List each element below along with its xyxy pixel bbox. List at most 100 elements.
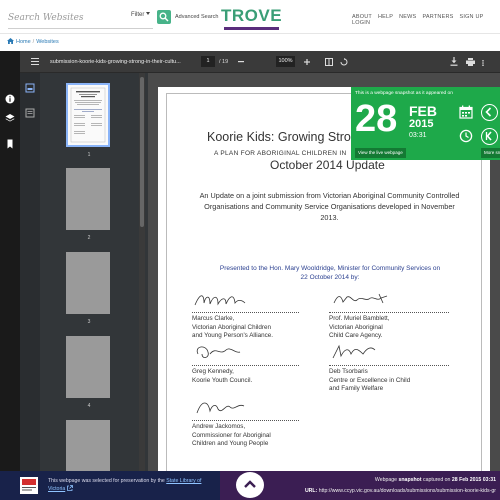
thumbnail-number: 3 (87, 319, 91, 325)
download-icon[interactable] (450, 57, 458, 66)
signatory-name: Deb Tsorbaris Centre or Excellence in Chi… (329, 368, 411, 392)
collapse-banner-button[interactable] (236, 472, 264, 498)
signatory-name: Andrew Jackomos, Commissioner for Aborigi… (192, 423, 271, 447)
page-thumbnail[interactable] (66, 83, 110, 147)
capture-bold: snapshot (398, 477, 422, 483)
filter-dropdown[interactable]: Filter (131, 12, 151, 18)
thumbnail-number: 4 (87, 403, 91, 409)
victoria-link[interactable]: Victoria (48, 486, 65, 492)
top-nav: ABOUT HELP NEWS PARTNERS SIGN UPLOGIN (352, 14, 500, 26)
document-subtitle: A PLAN FOR ABORIGINAL CHILDREN IN (214, 150, 347, 157)
page-thumbnail[interactable] (66, 252, 110, 314)
capture-url: URL: http://www.ccyp.vic.gov.au/download… (305, 488, 496, 494)
external-link-icon[interactable] (66, 485, 73, 491)
page-number-input[interactable]: 1 (201, 56, 215, 67)
nav-partners[interactable]: PARTNERS (422, 14, 453, 20)
signature-greg-kennedy (196, 346, 241, 358)
state-library-link[interactable]: State Library of (166, 478, 201, 484)
advanced-search-link[interactable]: Advanced Search (175, 14, 218, 20)
page-thumbnail[interactable] (66, 168, 110, 230)
zoom-out-icon[interactable] (238, 61, 244, 63)
chevron-up-icon (244, 480, 256, 488)
first-page-icon (485, 131, 492, 141)
chevron-left-icon (485, 107, 492, 117)
layers-icon[interactable] (5, 113, 15, 123)
search-button[interactable] (157, 10, 171, 24)
filter-label: Filter (131, 12, 145, 18)
signature-andrew-jackomos (196, 402, 245, 414)
first-snapshot-button[interactable] (481, 128, 498, 145)
signature-deb-tsorbaris (332, 344, 376, 359)
breadcrumb-home[interactable]: Home (16, 39, 31, 45)
footer-left: This webpage was selected for preservati… (0, 471, 220, 500)
presented-to: Presented to the Hon. Mary Wooldridge, M… (195, 264, 465, 282)
view-live-webpage-button[interactable]: View the live webpage (355, 148, 406, 158)
search-underline (8, 28, 153, 29)
nav-sign-up[interactable]: SIGN UP (459, 14, 483, 20)
page-thumbnail[interactable] (66, 420, 110, 471)
capture-mid: captured on (423, 477, 451, 483)
nav-news[interactable]: NEWS (399, 14, 416, 20)
site-header: Filter Advanced Search TROVE ABOUTHELPNE… (0, 0, 500, 34)
snapshot-year: 2015 (409, 118, 434, 130)
thumbnail-number: 1 (87, 152, 91, 158)
signatory-name: Prof. Muriel Bamblett, Victorian Aborigin… (329, 315, 390, 339)
signature-line (329, 365, 449, 366)
snapshot-month: FEB (409, 103, 437, 119)
thumbnail-scrollbar-thumb[interactable] (140, 77, 144, 227)
outline-view-icon[interactable] (25, 108, 35, 118)
slv-logo-graphic (22, 479, 36, 491)
preservation-text: This webpage was selected for preservati… (48, 478, 165, 484)
more-options-icon[interactable] (482, 60, 484, 66)
search-input[interactable] (8, 9, 126, 27)
pdf-filename: submission-koorie-kids-growing-strong-in… (50, 59, 181, 65)
snapshot-panel: This is a webpage snapshot as it appeare… (351, 87, 500, 160)
page-thumbnail[interactable] (66, 336, 110, 398)
history-icon[interactable] (459, 129, 473, 143)
thumbnail-scrollbar[interactable] (139, 73, 145, 471)
signatory-name: Marcus Clarke, Victorian Aboriginal Child… (192, 315, 274, 339)
thumbnail-number: 2 (87, 235, 91, 241)
footer: This webpage was selected for preservati… (0, 471, 500, 500)
thumbnail-tabs (20, 73, 40, 471)
rotate-icon[interactable] (340, 58, 348, 66)
signature-line (329, 312, 449, 313)
left-rail (0, 51, 20, 471)
breadcrumb: Home / Websites (7, 38, 59, 45)
trove-logo[interactable]: TROVE (220, 7, 283, 31)
nav-help[interactable]: HELP (378, 14, 393, 20)
snapshot-day: 28 (355, 98, 398, 140)
capture-info: Webpage snapshot captured on 28 Feb 2015… (375, 477, 496, 483)
nav-login[interactable]: LOGIN (352, 20, 370, 26)
url-label: URL: (304, 488, 318, 494)
info-icon[interactable] (5, 94, 15, 104)
zoom-in-icon[interactable] (304, 59, 310, 65)
sidebar-toggle-icon[interactable] (31, 58, 39, 65)
home-icon (7, 38, 14, 44)
signature-line (192, 420, 299, 421)
zoom-level[interactable]: 100% (276, 56, 295, 67)
state-library-logo[interactable] (20, 477, 38, 494)
breadcrumb-websites[interactable]: Websites (36, 39, 59, 45)
snapshot-caption: This is a webpage snapshot as it appeare… (355, 91, 453, 96)
calendar-icon[interactable] (459, 105, 473, 119)
fit-page-icon[interactable] (325, 58, 333, 66)
signature-marcus-clarke (194, 295, 246, 306)
breadcrumb-separator: / (32, 39, 35, 45)
bookmark-icon[interactable] (5, 139, 15, 149)
signature-muriel-bamblett (333, 293, 388, 304)
thumbnail-panel: 1 2 3 4 (20, 73, 148, 471)
document-title: Koorie Kids: Growing Strong (207, 130, 365, 144)
presented-line-2: 22 October 2014 by: (300, 274, 360, 281)
search-icon (159, 12, 169, 22)
signatory-name: Greg Kennedy, Koorie Youth Council. (192, 368, 253, 384)
thumbnail-page-1-preview (70, 87, 106, 143)
print-icon[interactable] (466, 58, 475, 66)
previous-snapshot-button[interactable] (481, 104, 498, 121)
snapshot-time: 03:31 (409, 132, 427, 139)
url-value[interactable]: http://www.ccyp.vic.gov.au/downloads/sub… (319, 488, 496, 494)
thumbnails-view-icon[interactable] (25, 83, 35, 93)
logo-text: TROVE (220, 6, 283, 25)
presented-line-1: Presented to the Hon. Mary Wooldridge, M… (219, 265, 441, 272)
more-snapshots-button[interactable]: More sn (481, 148, 500, 158)
